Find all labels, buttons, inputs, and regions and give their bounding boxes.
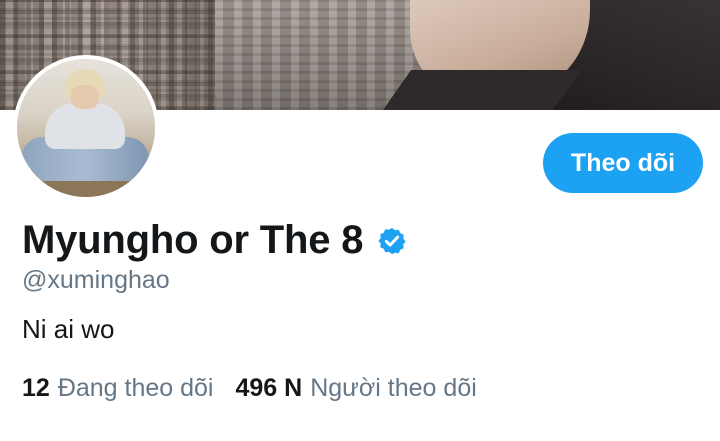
- avatar-torso: [45, 103, 125, 149]
- profile-stats: 12 Đang theo dõi 496 N Người theo dõi: [22, 374, 477, 403]
- followers-stat[interactable]: 496 N Người theo dõi: [236, 374, 477, 403]
- following-stat[interactable]: 12 Đang theo dõi: [22, 374, 214, 403]
- display-name: Myungho or The 8: [22, 218, 364, 262]
- profile-handle: @xuminghao: [22, 266, 170, 294]
- following-label: Đang theo dõi: [57, 374, 214, 402]
- follow-button[interactable]: Theo dõi: [543, 133, 703, 193]
- profile-avatar[interactable]: [13, 55, 159, 201]
- name-row: Myungho or The 8: [22, 218, 407, 263]
- profile-bio: Ni ai wo: [22, 314, 115, 344]
- followers-count: 496 N: [235, 374, 303, 402]
- verified-badge-icon: [378, 227, 406, 254]
- avatar-face: [71, 85, 99, 109]
- following-count: 12: [22, 374, 50, 402]
- followers-label: Người theo dõi: [310, 374, 477, 402]
